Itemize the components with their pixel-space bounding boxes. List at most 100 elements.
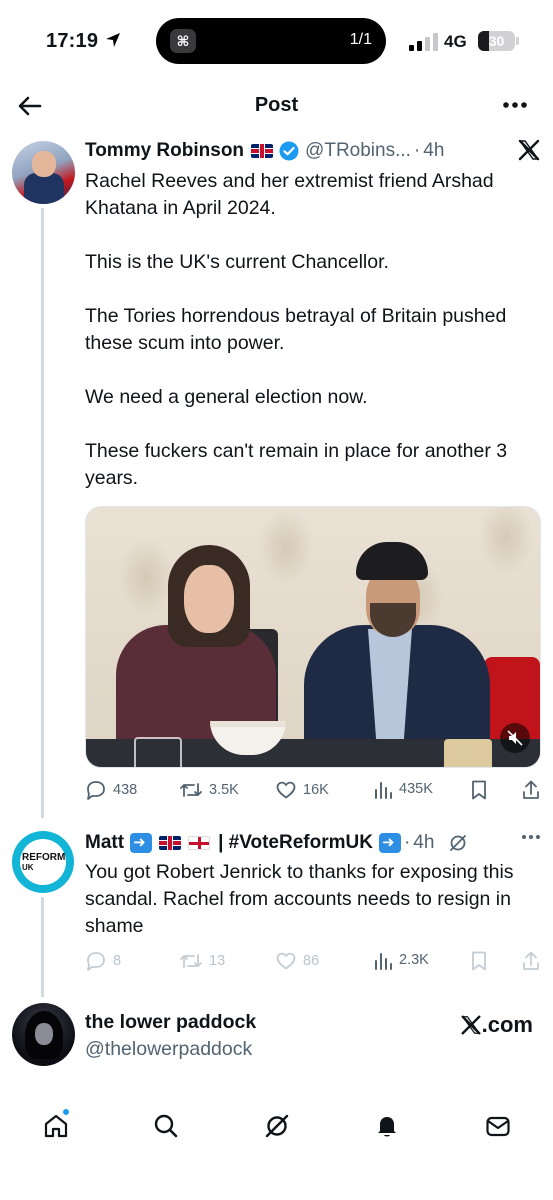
arrow-emoji-icon (130, 833, 153, 853)
source-domain[interactable]: .com (460, 1012, 533, 1038)
repost-icon (180, 783, 202, 797)
like-icon (276, 952, 296, 970)
like-button[interactable]: 16K (275, 779, 329, 801)
bookmark-icon (472, 951, 486, 971)
avatar-logo-text: REFORM (22, 852, 66, 863)
bookmark-button[interactable] (469, 950, 495, 972)
tab-notifications[interactable] (373, 1112, 401, 1145)
share-button[interactable] (521, 779, 547, 801)
video-person-right-hat (356, 542, 428, 580)
views-icon (375, 782, 392, 799)
bookmark-button[interactable] (469, 779, 495, 801)
status-bar: 17:19 ⌘ 1/1 4G 30 (0, 0, 553, 84)
post-body: Rachel Reeves and her extremist friend A… (85, 168, 540, 492)
post-time[interactable]: 4h (423, 140, 444, 162)
separator-dot: · (413, 140, 421, 161)
avatar-logo-subtext: UK (22, 863, 34, 872)
england-flag-icon (188, 836, 211, 850)
repost-button[interactable]: 3.5K (179, 779, 239, 801)
avatar[interactable]: REFORM UK (12, 831, 74, 893)
reply-time[interactable]: 4h (413, 832, 434, 854)
dynamic-island[interactable]: ⌘ 1/1 (156, 18, 386, 64)
reply-button[interactable]: 438 (85, 779, 137, 801)
post-paragraph: The Tories horrendous betrayal of Britai… (85, 305, 507, 354)
tab-search[interactable] (152, 1112, 180, 1145)
tab-messages[interactable] (484, 1112, 512, 1145)
views-icon (375, 953, 392, 970)
source-name[interactable]: the lower paddock (85, 1011, 256, 1034)
post-paragraph: Rachel Reeves and her extremist friend A… (85, 170, 494, 219)
post-paragraph: We need a general election now. (85, 386, 368, 408)
reply-body: You got Robert Jenrick to thanks for exp… (85, 861, 514, 937)
post-paragraph: These fuckers can't remain in place for … (85, 440, 508, 489)
share-button[interactable] (521, 950, 547, 972)
thread-line (41, 897, 44, 997)
post-header: Post (0, 84, 553, 128)
battery-fill (478, 31, 490, 51)
author-name[interactable]: Tommy Robinson (85, 140, 244, 162)
views-button[interactable]: 435K (373, 779, 433, 799)
arrow-emoji-icon (378, 833, 401, 853)
reply-actions: 8 13 86 2.3K (85, 950, 545, 974)
reply-icon (87, 952, 105, 971)
messages-icon (486, 1116, 510, 1137)
source-handle[interactable]: @thelowerpaddock (85, 1038, 252, 1061)
post-author-row: Tommy Robinson @TRobins... · 4h (85, 140, 444, 162)
author-handle[interactable]: @TRobins... (305, 140, 411, 162)
repost-count: 13 (209, 953, 226, 969)
location-arrow-icon (106, 33, 120, 47)
battery-cap (516, 37, 519, 45)
reply-button[interactable]: 8 (85, 950, 121, 972)
verified-icon (279, 141, 299, 161)
share-icon (523, 951, 539, 970)
bottom-tab-bar (0, 1100, 553, 1154)
avatar-logo: REFORM UK (22, 852, 66, 873)
thread-line (41, 208, 44, 818)
more-icon[interactable] (503, 101, 527, 109)
reply-more-icon[interactable] (521, 834, 541, 840)
video-glass (134, 737, 182, 767)
x-logo-icon (461, 1015, 481, 1035)
views-count: 435K (399, 781, 433, 797)
like-count: 86 (303, 953, 320, 969)
like-button[interactable]: 86 (275, 950, 319, 972)
repost-button[interactable]: 13 (179, 950, 225, 972)
grok-icon[interactable] (448, 833, 468, 853)
like-icon (276, 781, 296, 799)
avatar-face (35, 1023, 53, 1045)
uk-flag-icon (159, 836, 182, 850)
signal-icon (409, 33, 438, 51)
avatar-face (32, 151, 56, 177)
page-title: Post (254, 94, 299, 116)
reply-author-name[interactable]: Matt (85, 832, 124, 854)
notifications-icon (378, 1117, 396, 1137)
views-count: 2.3K (399, 952, 429, 968)
repost-icon (180, 954, 202, 968)
tab-home[interactable] (42, 1108, 70, 1145)
video-person-left-face (184, 565, 234, 633)
battery-indicator: 30 (478, 31, 515, 51)
mute-button[interactable] (500, 723, 530, 753)
grok-icon (265, 1114, 289, 1138)
link-icon: ⌘ (170, 29, 196, 53)
post-paragraph: This is the UK's current Chancellor. (85, 251, 389, 273)
reply-author-suffix[interactable]: | #VoteReformUK (218, 832, 373, 854)
search-icon (154, 1114, 178, 1138)
status-time: 17:19 (46, 30, 99, 52)
separator-dot: · (403, 832, 411, 853)
avatar-figure (24, 173, 64, 204)
x-logo-icon[interactable] (517, 138, 541, 162)
avatar[interactable] (12, 141, 75, 204)
post-actions: 438 3.5K 16K 435K (85, 779, 545, 803)
reply-icon (87, 781, 105, 800)
post-video[interactable] (85, 506, 541, 768)
video-glass (444, 739, 492, 767)
battery-level: 30 (488, 33, 505, 49)
notification-dot (62, 1108, 70, 1116)
tab-grok[interactable] (263, 1112, 291, 1145)
home-icon (44, 1114, 68, 1138)
source-avatar[interactable] (12, 1003, 75, 1066)
uk-flag-icon (251, 144, 274, 158)
views-button[interactable]: 2.3K (373, 950, 429, 970)
mute-icon (507, 730, 523, 746)
